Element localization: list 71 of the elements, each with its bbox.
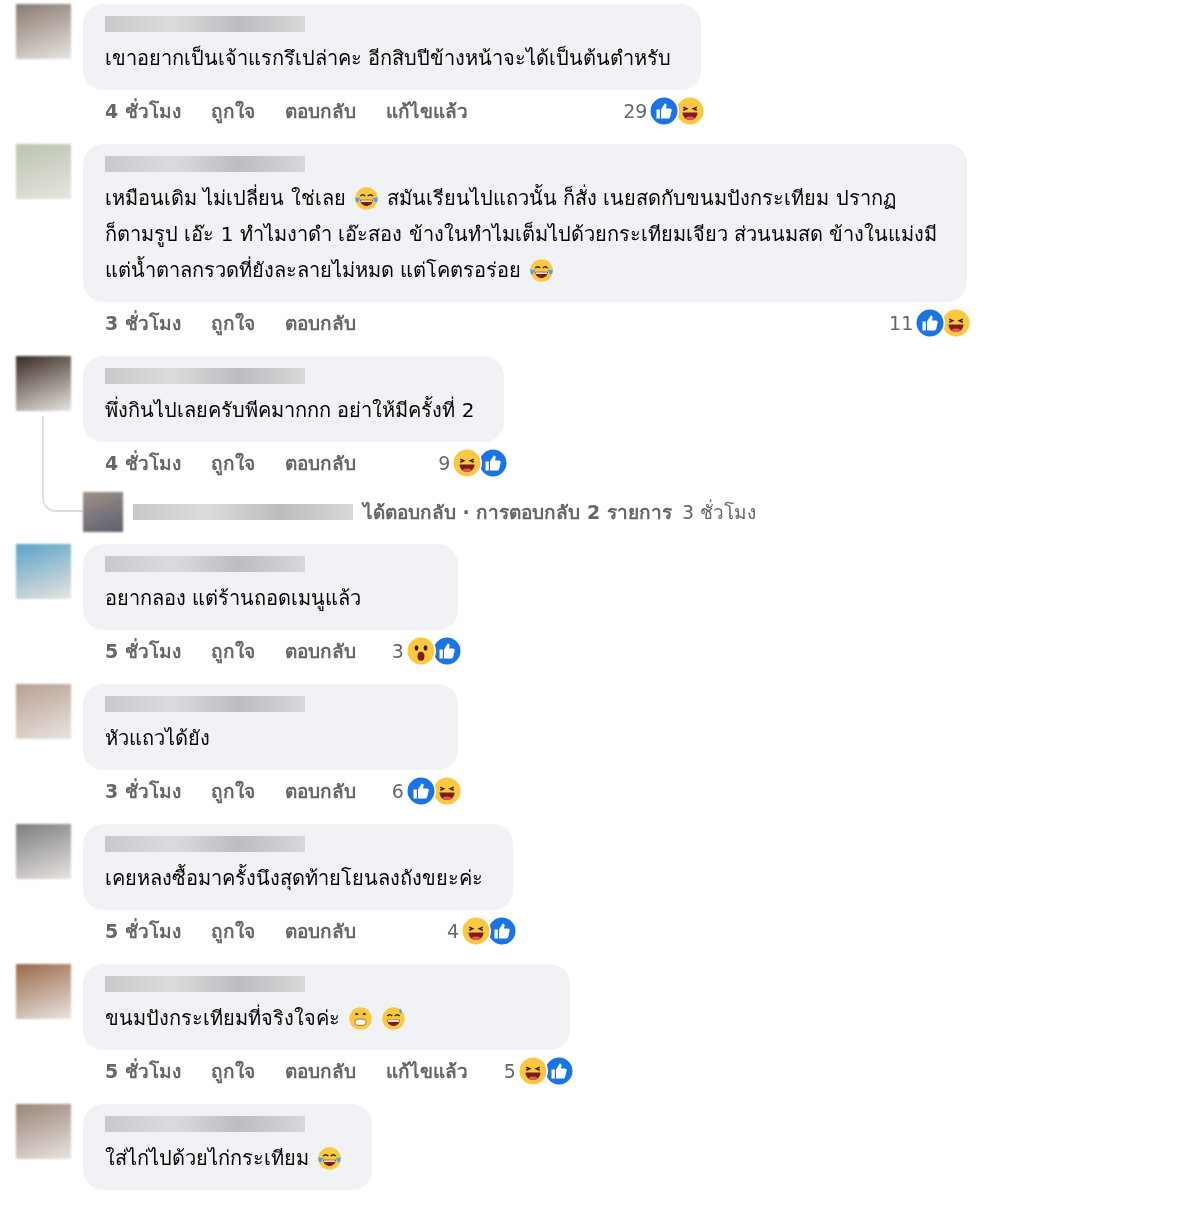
reply-time: 3 ชั่วโมง — [681, 498, 757, 525]
blurred-avatar — [16, 4, 71, 59]
like-link[interactable]: ถูกใจ — [210, 636, 255, 666]
blurred-avatar — [16, 684, 71, 739]
reply-link[interactable]: ตอบกลับ — [284, 1056, 356, 1086]
replies-link[interactable]: ได้ตอบกลับ · การตอบกลับ 2 รายการ — [363, 497, 672, 527]
comment-time[interactable]: 5 ชั่วโมง — [105, 916, 181, 946]
comment-text: เคยหลงซื้อมาครั้งนึงสุดท้ายโยนลงถังขยะค่ะ — [105, 863, 483, 893]
comment-time[interactable]: 3 ชั่วโมง — [105, 308, 181, 338]
emoji-icon — [353, 185, 379, 211]
laugh-reaction-icon — [675, 96, 706, 126]
reaction-count[interactable]: 5 — [503, 1060, 516, 1082]
reply-link[interactable]: ตอบกลับ — [284, 636, 356, 666]
reaction-count[interactable]: 9 — [438, 452, 451, 474]
comment-time[interactable]: 4 ชั่วโมง — [105, 96, 181, 126]
reply-link[interactable]: ตอบกลับ — [284, 916, 356, 946]
laugh-reaction-icon — [431, 776, 462, 806]
comment-time[interactable]: 4 ชั่วโมง — [105, 448, 181, 478]
blurred-avatar — [16, 824, 71, 879]
like-reaction-icon — [431, 636, 462, 666]
comment-text: ใส่ไก่ไปด้วยไก่กระเทียม — [105, 1145, 309, 1172]
emoji-icon — [317, 1145, 342, 1171]
laugh-reaction-icon — [517, 1056, 548, 1086]
like-link[interactable]: ถูกใจ — [210, 776, 255, 806]
blurred-avatar — [16, 1104, 71, 1159]
reply-link[interactable]: ตอบกลับ — [284, 776, 356, 806]
like-reaction-icon — [543, 1056, 574, 1086]
reaction-count[interactable]: 6 — [391, 780, 404, 802]
like-link[interactable]: ถูกใจ — [210, 916, 255, 946]
like-link[interactable]: ถูกใจ — [210, 1056, 255, 1086]
comment-text: อยากลอง แต่ร้านถอดเมนูแล้ว — [105, 585, 362, 613]
comment-time[interactable]: 3 ชั่วโมง — [105, 776, 181, 806]
comment-text: เขาอยากเป็นเจ้าแรกรึเปล่าคะ อีกสิบปีข้างหน้าจะได้เป็นต้นตำหรับ — [105, 44, 672, 72]
edited-label: แก้ไขแล้ว — [385, 99, 468, 124]
reaction-count[interactable]: 11 — [889, 312, 914, 334]
like-reaction-icon — [478, 448, 509, 478]
wow-reaction-icon — [405, 636, 436, 666]
comment-time[interactable]: 5 ชั่วโมง — [105, 636, 181, 666]
comment-text: ก็ตามรูป เอ๊ะ 1 ทำไมงาดำ เอ๊ะสอง ข้างในทำไมเต็มไปด้วยกระเทียมเจียว ส่วนนมสด ข้างในแม่งมี — [105, 220, 938, 249]
comment-text: สมันเรียนไปแถวนั้น ก็สั่ง เนยสดกับขนมปังกระเทียม ปรากฏ — [386, 183, 896, 212]
reaction-count[interactable]: 4 — [446, 920, 459, 942]
comment-text: หัวแถวได้ยัง — [105, 725, 210, 752]
reaction-count[interactable]: 29 — [623, 100, 648, 122]
blurred-avatar — [16, 356, 71, 411]
comment-time[interactable]: 5 ชั่วโมง — [105, 1056, 181, 1086]
like-reaction-icon — [487, 916, 517, 946]
comment-text: แต่น้ำตาลกรวดที่ยังละลายไม่หมด แต่โคตรอร่อย — [105, 255, 522, 284]
like-reaction-icon — [405, 776, 436, 806]
emoji-icon — [348, 1005, 373, 1031]
reply-link[interactable]: ตอบกลับ — [284, 308, 356, 338]
emoji-icon — [529, 257, 555, 283]
blurred-avatar — [16, 544, 71, 599]
comment-text: เหมือนเดิม ไม่เปลี่ยน ใช่เลย — [105, 183, 346, 212]
like-reaction-icon — [915, 308, 946, 338]
reply-link[interactable]: ตอบกลับ — [284, 96, 356, 126]
blurred-avatar — [83, 492, 123, 532]
reply-link[interactable]: ตอบกลับ — [284, 448, 356, 478]
reaction-count[interactable]: 3 — [391, 640, 404, 662]
laugh-reaction-icon — [941, 308, 972, 338]
blurred-avatar — [16, 964, 71, 1019]
laugh-reaction-icon — [452, 448, 483, 478]
laugh-reaction-icon — [461, 916, 491, 946]
comment-text: ขนมปังกระเทียมที่จริงใจค่ะ — [105, 1003, 340, 1032]
edited-label: แก้ไขแล้ว — [385, 1059, 468, 1084]
like-link[interactable]: ถูกใจ — [210, 96, 255, 126]
emoji-icon — [381, 1005, 406, 1031]
like-reaction-icon — [649, 96, 680, 126]
blurred-avatar — [16, 144, 71, 199]
like-link[interactable]: ถูกใจ — [210, 308, 255, 338]
like-link[interactable]: ถูกใจ — [210, 448, 255, 478]
comment-text: พึ่งกินไปเลยครับพีคมากกก อย่าให้มีครั้งที่ 2 — [105, 395, 475, 424]
